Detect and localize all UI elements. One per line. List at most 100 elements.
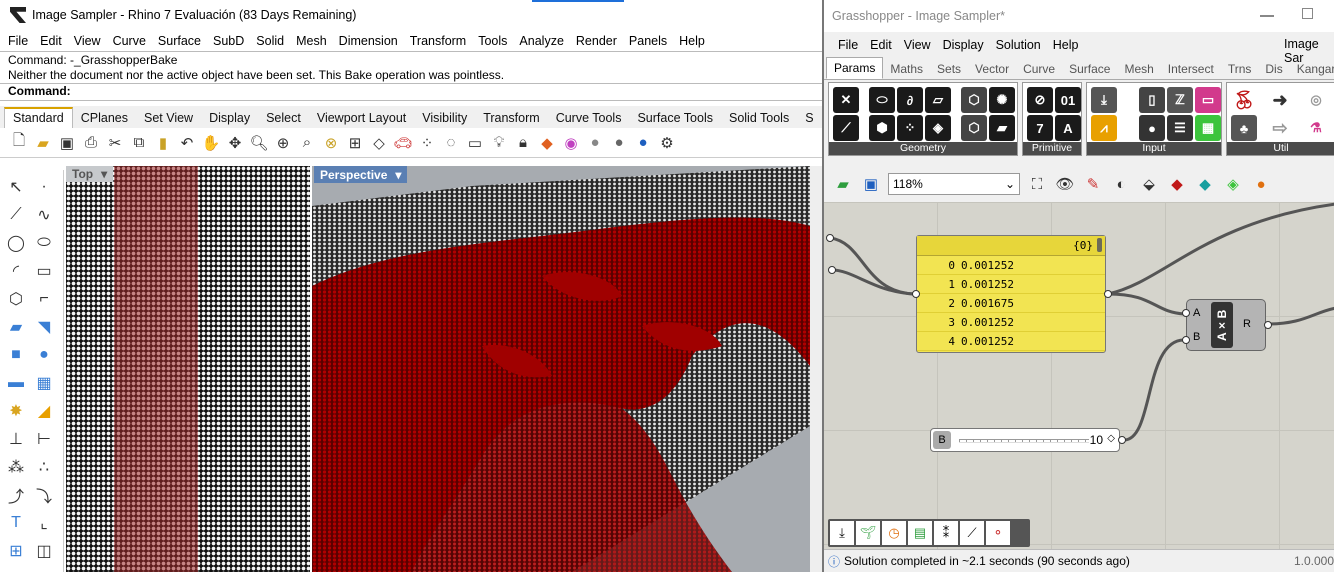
zoom-extents-icon[interactable]: ⌕	[296, 132, 318, 154]
rhino-menu-file[interactable]: File	[2, 34, 34, 48]
box-icon[interactable]: ■	[5, 344, 27, 366]
toggle-input-icon[interactable]: ℤ	[1167, 87, 1193, 113]
print-icon[interactable]: ⎙	[80, 132, 102, 154]
circle-icon[interactable]: ◯	[5, 232, 27, 254]
options-icon[interactable]: ⚙	[656, 132, 678, 154]
split-icon[interactable]: ⤴	[5, 484, 27, 506]
gh-tab-intersect[interactable]: Intersect	[1161, 59, 1221, 79]
gh-tab-kangaroo[interactable]: Kangar	[1290, 59, 1334, 79]
graph-mapper-icon[interactable]: ⩘	[1091, 115, 1117, 141]
tab-select[interactable]: Select	[258, 109, 309, 128]
rhino-menu-mesh[interactable]: Mesh	[290, 34, 333, 48]
fillet-icon[interactable]: ⌐	[33, 288, 55, 310]
rhino-menu-dimension[interactable]: Dimension	[333, 34, 404, 48]
mesh-param-icon[interactable]: ◈	[925, 115, 951, 141]
panel-input-label[interactable]: Input	[1087, 142, 1221, 155]
properties-icon[interactable]: ◆	[536, 132, 558, 154]
integer-param-icon[interactable]: 7	[1027, 115, 1053, 141]
knob-input-icon[interactable]: ●	[1139, 115, 1165, 141]
rhino-menu-transform[interactable]: Transform	[404, 34, 473, 48]
move-icon[interactable]: ⊥	[5, 428, 27, 450]
data-input-icon[interactable]: ⤓	[1091, 87, 1117, 113]
cylinder-icon[interactable]: ▬	[5, 372, 27, 394]
gradient-input-icon[interactable]: ▦	[1195, 115, 1221, 141]
panel-scrollbar[interactable]	[1097, 238, 1102, 252]
tab-cplanes[interactable]: CPlanes	[73, 109, 136, 128]
boolean-icon[interactable]: ◢	[33, 400, 55, 422]
tab-transform[interactable]: Transform	[475, 109, 548, 128]
multiply-output-port[interactable]	[1264, 321, 1272, 329]
analyze-icon[interactable]: ◫	[33, 540, 55, 562]
block-icon[interactable]: ⊞	[5, 540, 27, 562]
gh-tab-vector[interactable]: Vector	[968, 59, 1016, 79]
panel-input-port[interactable]	[912, 290, 920, 298]
profiler-icon[interactable]: ▤	[908, 521, 932, 545]
tab-standard[interactable]: Standard	[4, 107, 73, 128]
multiply-input-a-port[interactable]	[1182, 309, 1190, 317]
gh-tab-trns[interactable]: Trns	[1221, 59, 1259, 79]
color-wheel-icon[interactable]: ◉	[560, 132, 582, 154]
save-file-icon[interactable]: ▣	[860, 173, 882, 195]
viewport-menu-icon[interactable]: ▾	[101, 167, 107, 181]
shaded-sphere-icon[interactable]: ●	[584, 132, 606, 154]
tab-more[interactable]: S	[797, 109, 821, 128]
gh-tab-maths[interactable]: Maths	[883, 59, 930, 79]
sketch-pen-icon[interactable]: ✎	[1082, 173, 1104, 195]
select-all-icon[interactable]: ◌	[440, 132, 462, 154]
pan-hand-icon[interactable]: ✋	[200, 132, 222, 154]
gh-tab-surface[interactable]: Surface	[1062, 59, 1117, 79]
rhino-menu-solid[interactable]: Solid	[250, 34, 290, 48]
slider-grip-icon[interactable]: ◇	[1107, 433, 1115, 444]
number-slider[interactable]: B 10 ◇	[930, 428, 1120, 452]
relay-arrow-icon[interactable]: ➜	[1267, 87, 1293, 113]
surface-param-icon[interactable]: ⬢	[869, 115, 895, 141]
lock-icon[interactable]: 🔒︎	[512, 132, 534, 154]
slider-track[interactable]	[959, 439, 1089, 443]
line-param-icon[interactable]: ⟋	[833, 115, 859, 141]
rhino-menu-surface[interactable]: Surface	[152, 34, 207, 48]
command-prompt[interactable]: Command:	[0, 83, 822, 99]
box-param-icon[interactable]: ⬡	[961, 87, 987, 113]
tab-curve-tools[interactable]: Curve Tools	[548, 109, 630, 128]
save-icon[interactable]: ▣	[56, 132, 78, 154]
polygon-icon[interactable]: ⬡	[5, 288, 27, 310]
group-icon[interactable]: ∴	[33, 456, 55, 478]
brep-param-icon[interactable]: ✺	[989, 87, 1015, 113]
rhino-menu-curve[interactable]: Curve	[107, 34, 152, 48]
rotate-view-icon[interactable]: ✥	[224, 132, 246, 154]
shaded-preview-icon[interactable]: ◈	[1222, 173, 1244, 195]
zoom-icon[interactable]: 🔍︎	[248, 132, 270, 154]
mesh-icon[interactable]: ▦	[33, 372, 55, 394]
minimize-icon[interactable]	[1260, 15, 1274, 17]
sphere-icon[interactable]: ●	[33, 344, 55, 366]
tab-solid-tools[interactable]: Solid Tools	[721, 109, 797, 128]
value-list-icon[interactable]: ☰	[1167, 115, 1193, 141]
surface-icon[interactable]: ▰	[5, 316, 27, 338]
download-icon[interactable]: ⤓	[830, 521, 854, 545]
bake-icon[interactable]: ◆	[1194, 173, 1216, 195]
open-file-icon[interactable]: ▰	[832, 173, 854, 195]
gh-menu-display[interactable]: Display	[937, 38, 990, 52]
preview-mode-icon[interactable]: ◐	[1110, 173, 1132, 195]
curve-icon[interactable]: ∿	[33, 204, 55, 226]
gh-menu-edit[interactable]: Edit	[864, 38, 898, 52]
undo-icon[interactable]: ↶	[176, 132, 198, 154]
viewport-top-label[interactable]: Top ▾	[66, 166, 114, 182]
circle-param-icon[interactable]: ⬭	[869, 87, 895, 113]
explode-icon[interactable]: ✸	[5, 400, 27, 422]
rectangle-icon[interactable]: ▭	[33, 260, 55, 282]
wire-display-icon[interactable]: ⬙	[1138, 173, 1160, 195]
panel-geometry-label[interactable]: Geometry	[829, 142, 1017, 155]
rendered-sphere-icon[interactable]: ●	[608, 132, 630, 154]
point-icon[interactable]: ·	[33, 176, 55, 198]
plane-param-icon[interactable]: ▱	[925, 87, 951, 113]
slider-input-icon[interactable]: ▭	[1195, 87, 1221, 113]
dimension-icon[interactable]: ⌞	[33, 512, 55, 534]
cut-icon[interactable]: ✂	[104, 132, 126, 154]
tree-icon[interactable]: ♣	[1231, 115, 1257, 141]
gh-tab-mesh[interactable]: Mesh	[1117, 59, 1160, 79]
paste-icon[interactable]: ▮	[152, 132, 174, 154]
rhino-menu-edit[interactable]: Edit	[34, 34, 68, 48]
layer-icon[interactable]: ▭	[464, 132, 486, 154]
button-input-icon[interactable]: ▯	[1139, 87, 1165, 113]
